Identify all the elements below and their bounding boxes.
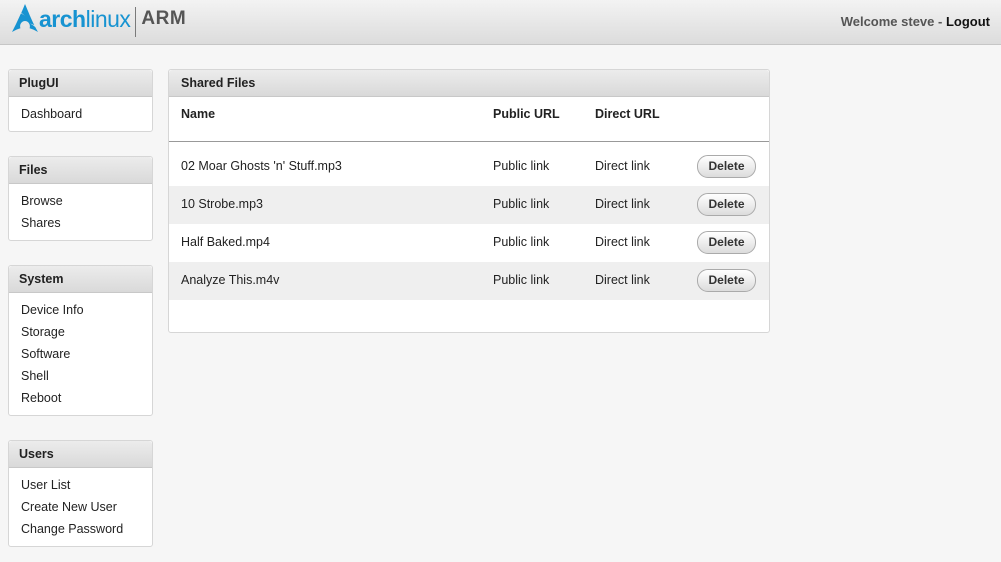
sidebar-system-box: System Device Info Storage Software Shel… <box>8 265 153 416</box>
logo-arch-text: arch <box>39 5 86 32</box>
direct-link[interactable]: Direct link <box>595 197 650 211</box>
logo-linux-text: linux <box>85 5 131 32</box>
table-header: Name Public URL Direct URL <box>169 97 769 142</box>
sidebar-item-shell[interactable]: Shell <box>21 365 152 387</box>
sidebar-item-shares[interactable]: Shares <box>21 212 152 234</box>
logo-arm-text: ARM <box>141 8 187 29</box>
shared-files-panel: Shared Files Name Public URL Direct URL … <box>168 69 770 333</box>
sidebar-files-list: Browse Shares <box>9 184 152 240</box>
sidebar-files-box: Files Browse Shares <box>8 156 153 241</box>
welcome-text: Welcome steve - <box>840 14 943 29</box>
sidebar-system-list: Device Info Storage Software Shell Reboo… <box>9 293 152 415</box>
delete-button[interactable]: Delete <box>697 231 756 254</box>
panel-title: Shared Files <box>169 70 769 97</box>
table-row: 10 Strobe.mp3 Public link Direct link De… <box>169 186 769 224</box>
file-name: 02 Moar Ghosts 'n' Stuff.mp3 <box>181 159 342 173</box>
direct-link[interactable]: Direct link <box>595 235 650 249</box>
sidebar-files-title: Files <box>9 157 152 184</box>
sidebar-plugui-box: PlugUI Dashboard <box>8 69 153 132</box>
sidebar-users-box: Users User List Create New User Change P… <box>8 440 153 547</box>
direct-link[interactable]: Direct link <box>595 273 650 287</box>
archlinux-arm-logo[interactable]: archlinux ARM <box>12 4 186 40</box>
file-name: Analyze This.m4v <box>181 273 280 287</box>
sidebar-item-browse[interactable]: Browse <box>21 190 152 212</box>
public-link[interactable]: Public link <box>493 197 549 211</box>
public-link[interactable]: Public link <box>493 159 549 173</box>
table-row: 02 Moar Ghosts 'n' Stuff.mp3 Public link… <box>169 148 769 186</box>
sidebar-plugui-title: PlugUI <box>9 70 152 97</box>
sidebar-users-title: Users <box>9 441 152 468</box>
logout-link[interactable]: Logout <box>946 14 990 29</box>
sidebar-item-create-new-user[interactable]: Create New User <box>21 496 152 518</box>
public-link[interactable]: Public link <box>493 273 549 287</box>
file-name: 10 Strobe.mp3 <box>181 197 263 211</box>
arch-logo-icon <box>12 4 38 32</box>
logo-divider <box>135 7 137 37</box>
delete-button[interactable]: Delete <box>697 155 756 178</box>
sidebar-system-title: System <box>9 266 152 293</box>
sidebar-users-list: User List Create New User Change Passwor… <box>9 468 152 546</box>
column-header-public-url: Public URL <box>493 107 560 121</box>
public-link[interactable]: Public link <box>493 235 549 249</box>
sidebar-item-device-info[interactable]: Device Info <box>21 299 152 321</box>
sidebar-item-change-password[interactable]: Change Password <box>21 518 152 540</box>
logo-wordmark: archlinux <box>39 5 131 33</box>
sidebar-plugui-list: Dashboard <box>9 97 152 131</box>
welcome-bar: Welcome steve - Logout <box>841 14 990 29</box>
sidebar-item-software[interactable]: Software <box>21 343 152 365</box>
sidebar-item-reboot[interactable]: Reboot <box>21 387 152 409</box>
table-row: Analyze This.m4v Public link Direct link… <box>169 262 769 300</box>
direct-link[interactable]: Direct link <box>595 159 650 173</box>
column-header-direct-url: Direct URL <box>595 107 660 121</box>
delete-button[interactable]: Delete <box>697 193 756 216</box>
column-header-name: Name <box>181 107 216 121</box>
sidebar-item-storage[interactable]: Storage <box>21 321 152 343</box>
delete-button[interactable]: Delete <box>697 269 756 292</box>
top-header: archlinux ARM Welcome steve - Logout <box>0 0 1001 45</box>
sidebar-item-user-list[interactable]: User List <box>21 474 152 496</box>
sidebar-item-dashboard[interactable]: Dashboard <box>21 103 152 125</box>
file-name: Half Baked.mp4 <box>181 235 270 249</box>
table-row: Half Baked.mp4 Public link Direct link D… <box>169 224 769 262</box>
